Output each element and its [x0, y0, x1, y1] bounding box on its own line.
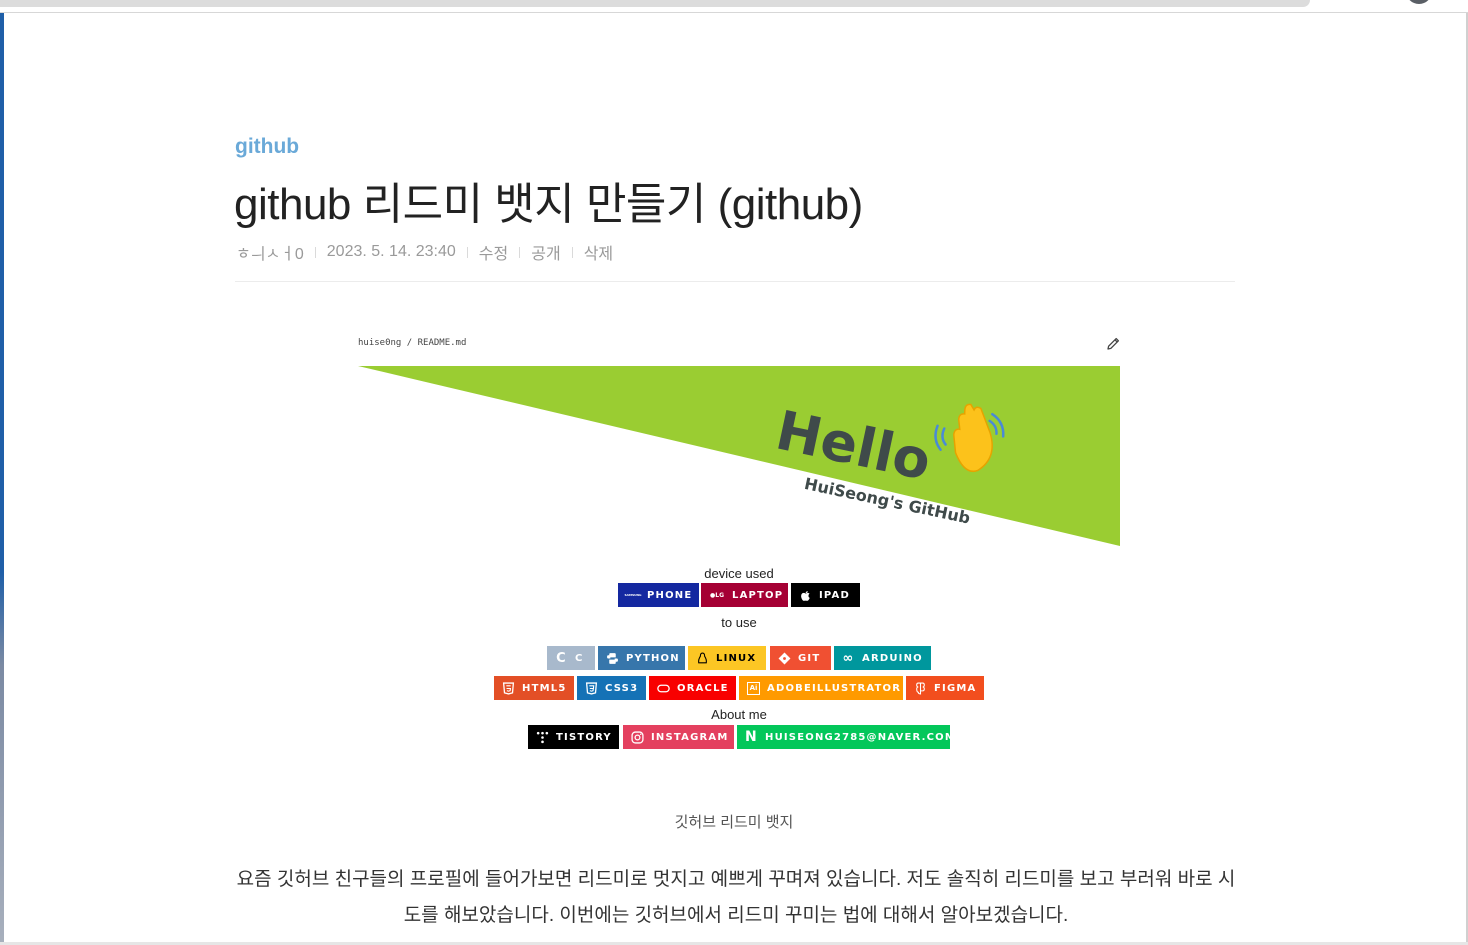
python-badge[interactable]: PYTHON — [598, 646, 685, 670]
oracle-badge[interactable]: ORACLE — [649, 676, 736, 700]
meta-separator — [314, 246, 316, 258]
css3-badge-label: CSS3 — [605, 682, 639, 694]
ipad-badge-label: IPAD — [819, 589, 850, 601]
tistory-icon — [536, 731, 549, 743]
meta-separator — [466, 246, 468, 258]
laptop-badge-label: LAPTOP — [732, 589, 784, 601]
c-badge[interactable]: C C — [547, 646, 595, 670]
horizontal-scrollbar[interactable] — [0, 0, 1310, 7]
readme-path: huise0ng / README.md — [358, 338, 466, 348]
post-author[interactable]: ㅎㅢㅅㅓ0 — [236, 240, 304, 264]
browser-top-bar — [0, 0, 1468, 12]
html5-badge[interactable]: HTML5 — [494, 676, 574, 700]
apple-icon — [801, 590, 810, 601]
readme-file: README.md — [417, 338, 467, 348]
samsung-logo-icon: SAMSUNG — [624, 593, 642, 597]
arduino-badge[interactable]: ∞ ARDUINO — [834, 646, 931, 670]
email-badge-label: HUISEONG2785@NAVER.COM — [765, 731, 950, 743]
figma-icon — [916, 682, 925, 694]
profile-avatar[interactable] — [1406, 0, 1432, 4]
image-caption: 깃허브 리드미 뱃지 — [674, 814, 794, 831]
edit-link[interactable]: 수정 — [479, 240, 508, 264]
pencil-icon[interactable] — [1105, 336, 1121, 352]
oracle-badge-label: ORACLE — [677, 682, 729, 694]
lg-logo-text: LG — [715, 591, 724, 599]
left-edge-strip — [0, 13, 4, 945]
post-date: 2023. 5. 14. 23:40 — [326, 243, 456, 260]
path-separator: / — [406, 338, 413, 348]
lg-logo-icon: ● LG — [710, 591, 724, 599]
visibility-link[interactable]: 공개 — [531, 240, 560, 264]
laptop-badge[interactable]: ● LG LAPTOP — [701, 583, 788, 607]
illustrator-badge[interactable]: Ai ADOBEILLUSTRATOR — [739, 676, 903, 700]
instagram-badge[interactable]: INSTAGRAM — [623, 725, 734, 749]
post-body-paragraph: 요즘 깃허브 친구들의 프로필에 들어가보면 리드미로 멋지고 예쁘게 꾸며져 … — [236, 869, 1236, 926]
banner-background — [358, 366, 1120, 546]
css3-badge[interactable]: CSS3 — [577, 676, 646, 700]
python-icon — [607, 652, 618, 664]
git-icon — [778, 652, 791, 664]
post-category-link[interactable]: github — [235, 135, 299, 159]
figma-badge[interactable]: FIGMA — [906, 676, 984, 700]
html5-icon — [502, 681, 515, 695]
phone-badge-label: PHONE — [647, 589, 693, 601]
html5-badge-label: HTML5 — [522, 682, 567, 694]
ipad-badge[interactable]: IPAD — [791, 583, 860, 607]
figma-badge-label: FIGMA — [934, 682, 977, 694]
delete-link[interactable]: 삭제 — [584, 240, 613, 264]
illustrator-badge-label: ADOBEILLUSTRATOR — [767, 682, 902, 694]
tistory-badge[interactable]: TISTORY — [528, 725, 619, 749]
section-to-use: to use — [721, 615, 757, 630]
instagram-icon — [631, 730, 644, 744]
css3-icon — [585, 681, 598, 695]
c-icon: C — [556, 650, 567, 666]
tistory-badge-label: TISTORY — [556, 731, 612, 743]
oracle-icon — [657, 684, 670, 692]
readme-banner: Hello HuiSeong's GitHub — [358, 366, 1120, 546]
header-divider — [235, 281, 1235, 282]
illustrator-icon: Ai — [747, 681, 760, 695]
instagram-badge-label: INSTAGRAM — [651, 731, 729, 743]
python-badge-label: PYTHON — [626, 652, 680, 664]
section-device-used: device used — [704, 566, 774, 581]
arduino-icon: ∞ — [842, 650, 855, 666]
meta-separator — [571, 246, 573, 258]
readme-owner[interactable]: huise0ng — [358, 338, 401, 348]
arduino-badge-label: ARDUINO — [862, 652, 923, 664]
naver-icon: N — [745, 729, 758, 745]
linux-icon — [698, 652, 707, 663]
c-badge-label: C — [575, 652, 584, 664]
git-badge-label: GIT — [798, 652, 821, 664]
section-about-me: About me — [711, 707, 767, 722]
linux-badge-label: LINUX — [716, 652, 757, 664]
top-divider — [0, 12, 1468, 13]
post-meta: ㅎㅢㅅㅓ0 2023. 5. 14. 23:40 수정 공개 삭제 — [236, 240, 613, 264]
post-title: github 리드미 뱃지 만들기 (github) — [234, 180, 863, 229]
git-badge[interactable]: GIT — [770, 646, 831, 670]
phone-badge[interactable]: SAMSUNG PHONE — [618, 583, 699, 607]
linux-badge[interactable]: LINUX — [688, 646, 766, 670]
email-badge[interactable]: N HUISEONG2785@NAVER.COM — [737, 725, 950, 749]
meta-separator — [519, 246, 521, 258]
